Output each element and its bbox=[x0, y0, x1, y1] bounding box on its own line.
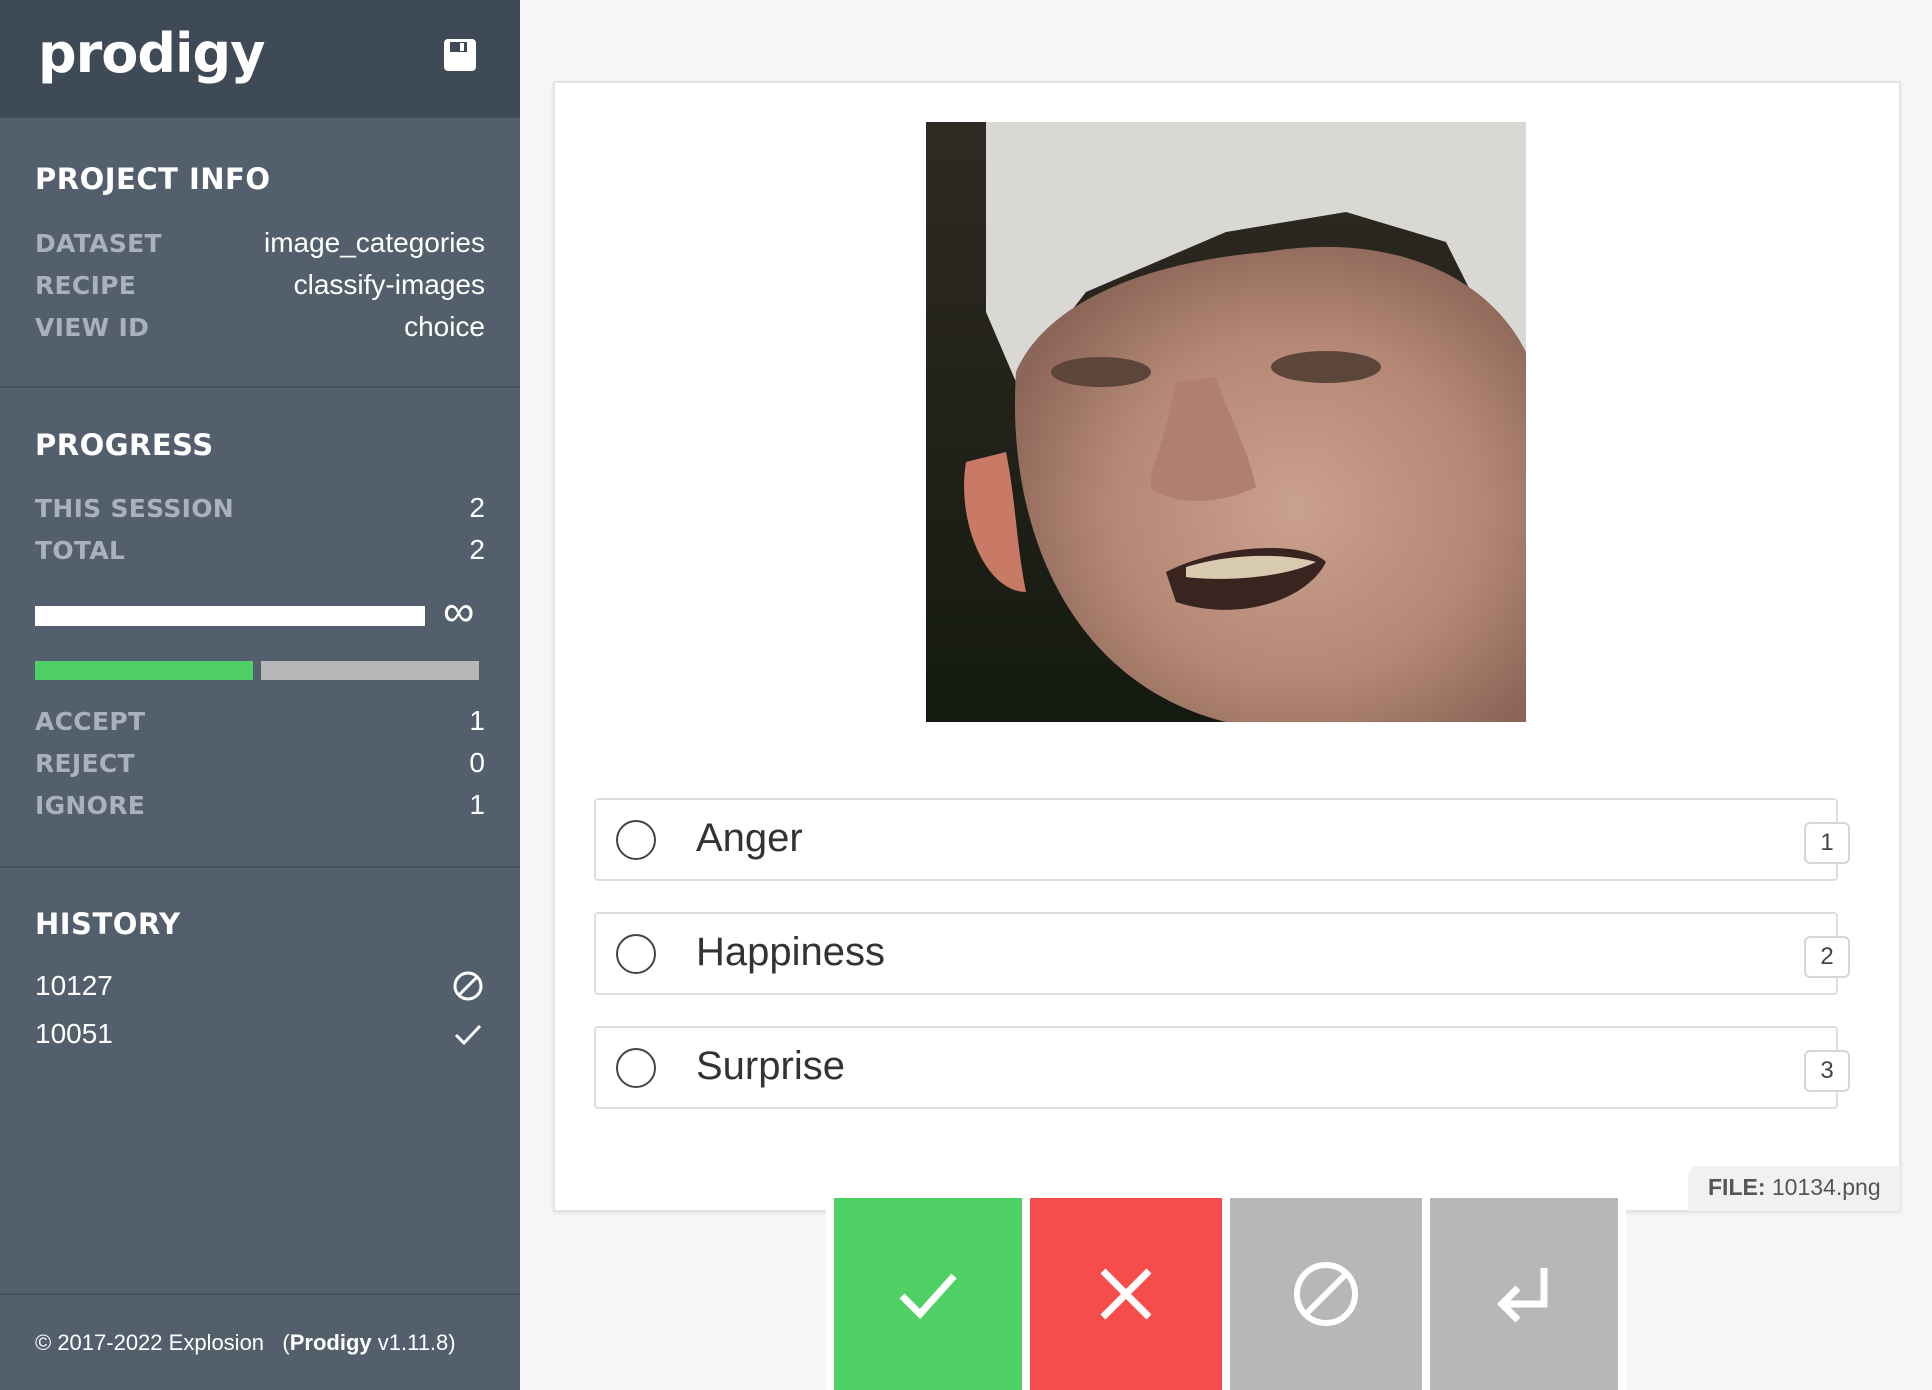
accept-value: 1 bbox=[469, 705, 485, 736]
history-item-id[interactable]: 10127 bbox=[35, 970, 113, 1002]
history-item[interactable]: 10051 bbox=[35, 1014, 485, 1054]
undo-button[interactable] bbox=[1430, 1198, 1618, 1390]
sidebar: prodigy bbox=[0, 0, 520, 1390]
save-icon[interactable] bbox=[443, 38, 477, 72]
option-shortcut-key: 1 bbox=[1804, 822, 1850, 864]
check-icon bbox=[899, 1273, 957, 1320]
recipe-key: RECIPE bbox=[35, 270, 137, 300]
ignore-button[interactable] bbox=[1230, 1198, 1422, 1390]
option-label: Anger bbox=[696, 816, 803, 860]
version: v1.11.8 bbox=[377, 1330, 449, 1355]
option-anger[interactable]: Anger 1 bbox=[594, 798, 1850, 881]
option-label: Happiness bbox=[696, 930, 886, 974]
reject-button[interactable] bbox=[1030, 1198, 1222, 1390]
task-image bbox=[926, 122, 1526, 722]
option-label: Surprise bbox=[696, 1044, 845, 1088]
reject-key: REJECT bbox=[35, 748, 135, 778]
history-item[interactable]: 10127 bbox=[35, 966, 485, 1006]
progress-title: PROGRESS bbox=[35, 428, 214, 462]
progress-bar bbox=[35, 606, 425, 626]
this-session-key: THIS SESSION bbox=[35, 493, 235, 523]
ignore-icon bbox=[453, 971, 483, 1001]
file-meta: FILE: 10134.png bbox=[1688, 1166, 1900, 1211]
view-id-key: VIEW ID bbox=[35, 312, 150, 342]
dataset-key: DATASET bbox=[35, 228, 162, 258]
sidebar-divider bbox=[0, 1293, 520, 1295]
total-value: 2 bbox=[469, 534, 485, 565]
ignore-key: IGNORE bbox=[35, 790, 146, 820]
accept-ratio-bar bbox=[35, 661, 253, 680]
view-id-value: choice bbox=[404, 311, 485, 342]
radio-button[interactable] bbox=[616, 820, 656, 860]
undo-icon bbox=[1497, 1268, 1548, 1323]
accept-button[interactable] bbox=[834, 1198, 1022, 1390]
radio-button[interactable] bbox=[616, 1048, 656, 1088]
progress-row-total: TOTAL 2 bbox=[35, 529, 485, 571]
count-row-accept: ACCEPT 1 bbox=[35, 700, 485, 742]
project-info-title: PROJECT INFO bbox=[35, 162, 271, 196]
infinity-icon: ∞ bbox=[443, 587, 475, 636]
project-info-row-dataset: DATASET image_categories bbox=[35, 222, 485, 264]
option-shortcut-key: 3 bbox=[1804, 1050, 1850, 1092]
check-icon bbox=[454, 1024, 482, 1046]
file-meta-label: FILE: bbox=[1708, 1174, 1766, 1200]
radio-button[interactable] bbox=[616, 934, 656, 974]
option-happiness[interactable]: Happiness 2 bbox=[594, 912, 1850, 995]
accept-key: ACCEPT bbox=[35, 706, 146, 736]
total-key: TOTAL bbox=[35, 535, 126, 565]
option-surprise[interactable]: Surprise 3 bbox=[594, 1026, 1850, 1109]
history-title: HISTORY bbox=[35, 907, 181, 941]
file-meta-value: 10134.png bbox=[1771, 1174, 1881, 1200]
cross-icon bbox=[1100, 1268, 1152, 1320]
progress-row-session: THIS SESSION 2 bbox=[35, 487, 485, 529]
this-session-value: 2 bbox=[469, 492, 485, 523]
sidebar-divider bbox=[0, 866, 520, 868]
option-shortcut-key: 2 bbox=[1804, 936, 1850, 978]
dataset-value: image_categories bbox=[263, 227, 485, 258]
product-name[interactable]: Prodigy bbox=[290, 1330, 372, 1355]
count-row-reject: REJECT 0 bbox=[35, 742, 485, 784]
app-logo: prodigy bbox=[38, 22, 265, 85]
sidebar-divider bbox=[0, 386, 520, 388]
history-item-id[interactable]: 10051 bbox=[35, 1018, 113, 1050]
recipe-value: classify-images bbox=[293, 269, 485, 300]
reject-value: 0 bbox=[469, 747, 485, 778]
sidebar-header: prodigy bbox=[0, 0, 520, 118]
count-row-ignore: IGNORE 1 bbox=[35, 784, 485, 826]
remaining-ratio-bar bbox=[261, 661, 479, 680]
ignore-icon bbox=[1294, 1262, 1358, 1326]
copyright: © 2017-2022 Explosion bbox=[35, 1330, 265, 1355]
project-info-row-view-id: VIEW ID choice bbox=[35, 306, 485, 348]
ignore-value: 1 bbox=[469, 789, 485, 820]
project-info-row-recipe: RECIPE classify-images bbox=[35, 264, 485, 306]
footer: © 2017-2022 Explosion (Prodigy v1.11.8) bbox=[35, 1330, 456, 1355]
